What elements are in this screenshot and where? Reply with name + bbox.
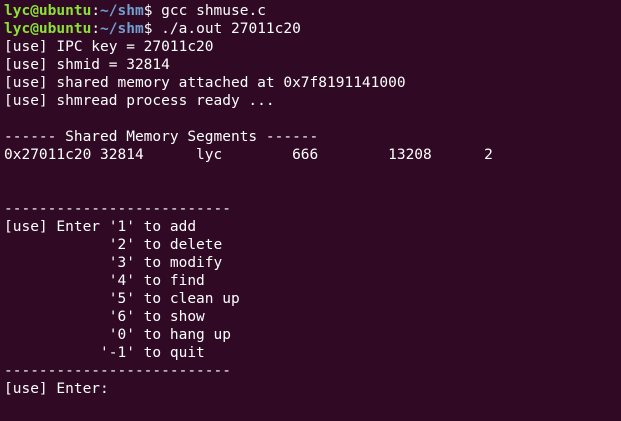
- output-line: '2' to delete: [4, 237, 223, 253]
- terminal-window[interactable]: lyc@ubuntu:~/shm$ gcc shmuse.c lyc@ubunt…: [0, 0, 621, 421]
- output-line: ------ Shared Memory Segments ------: [4, 129, 319, 145]
- output-line: '3' to modify: [4, 255, 223, 271]
- output-line: [use] Enter '1' to add: [4, 219, 197, 235]
- input-prompt: [use] Enter:: [4, 381, 118, 397]
- prompt-line-1: lyc@ubuntu:~/shm$ gcc shmuse.c: [4, 2, 621, 20]
- output-line: '6' to show: [4, 309, 205, 325]
- prompt-line-2: lyc@ubuntu:~/shm$ ./a.out 27011c20: [4, 20, 621, 38]
- output-line: [use] shmread process ready ...: [4, 93, 275, 109]
- output-line: [use] shared memory attached at 0x7f8191…: [4, 75, 406, 91]
- prompt-separator: :: [91, 21, 101, 37]
- output-line: --------------------------: [4, 201, 231, 217]
- output-line: 0x27011c20 32814 lyc 666 13208 2: [4, 147, 493, 163]
- prompt-user-host: lyc@ubuntu: [4, 21, 92, 37]
- command-text: gcc shmuse.c: [161, 3, 266, 19]
- prompt-symbol: $: [143, 3, 162, 19]
- input-prompt-line[interactable]: [use] Enter:: [4, 380, 621, 398]
- prompt-separator: :: [91, 3, 101, 19]
- output-line: '-1' to quit: [4, 345, 205, 361]
- output-line: '4' to find: [4, 273, 205, 289]
- prompt-symbol: $: [143, 21, 162, 37]
- command-text: ./a.out 27011c20: [161, 21, 301, 37]
- output-line: [use] IPC key = 27011c20: [4, 39, 214, 55]
- prompt-user-host: lyc@ubuntu: [4, 3, 92, 19]
- output-line: '5' to clean up: [4, 291, 240, 307]
- output-line: '0' to hang up: [4, 327, 231, 343]
- output-line: --------------------------: [4, 363, 231, 379]
- prompt-path: ~/shm: [100, 21, 144, 37]
- prompt-path: ~/shm: [100, 3, 144, 19]
- output-line: [use] shmid = 32814: [4, 57, 170, 73]
